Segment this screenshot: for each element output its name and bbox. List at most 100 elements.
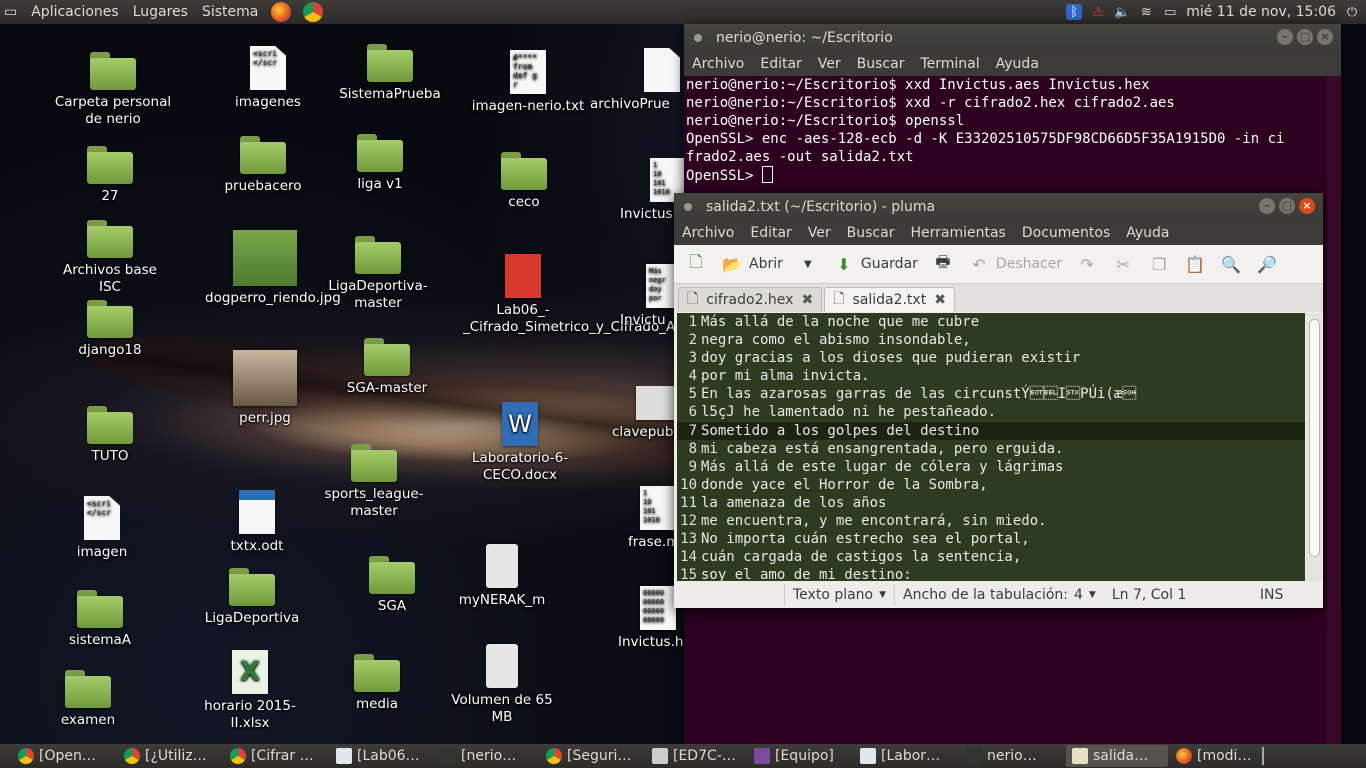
menu-terminal[interactable]: Terminal <box>912 56 987 72</box>
desktop-icon-usb[interactable]: Volumen de 65 MB <box>442 644 562 726</box>
scrollbar-thumb[interactable] <box>1309 319 1320 557</box>
editor-line[interactable]: 2 negra como el abismo insondable, <box>677 331 1305 349</box>
desktop-icon-script[interactable]: <scri </scr imagenes <box>208 46 328 111</box>
desktop-icon-folder[interactable]: sports_league-master <box>314 444 434 520</box>
desktop-icon-folder[interactable]: Archivos base ISC <box>50 220 170 296</box>
copy-button[interactable]: ❐ <box>1143 249 1175 279</box>
maximize-button[interactable]: □ <box>1297 29 1313 45</box>
menu-lugares[interactable]: Lugares <box>126 0 195 24</box>
menu-herramientas[interactable]: Herramientas <box>902 225 1013 241</box>
menu-ayuda[interactable]: Ayuda <box>1118 225 1177 241</box>
paste-button[interactable]: 📋 <box>1179 249 1211 279</box>
desktop-icon-pdf[interactable]: Lab06_-_Cifrado_Simetrico_y_Cifrado_Asim… <box>463 254 736 336</box>
desktop-icon-odt[interactable]: txtx.odt <box>197 490 317 555</box>
minimize-button[interactable]: – <box>1259 198 1275 214</box>
window-menu-icon[interactable] <box>684 203 692 211</box>
tab-salida2-txt[interactable]: 🗋 salida2.txt ✖ <box>824 287 955 312</box>
cut-button[interactable]: ✂ <box>1107 249 1139 279</box>
clock[interactable]: mié 11 de nov, 15:06 <box>1186 4 1336 20</box>
editor-line[interactable]: 5 En las azarosas garras de las circunstÝ… <box>677 385 1305 403</box>
volume-icon[interactable]: 🔈 <box>1114 4 1130 20</box>
undo-button[interactable]: ↶ Deshacer <box>963 249 1067 279</box>
desktop-icon-text[interactable]: #**** from def gr imagen-nerio.txt <box>468 50 588 115</box>
chrome-launcher-icon[interactable] <box>303 2 324 22</box>
taskbar-item[interactable]: [Cifrar … <box>224 745 328 767</box>
editor-line[interactable]: 1 Más allá de la noche que me cubre <box>677 313 1305 331</box>
desktop-icon-folder[interactable]: LigaDeportiva <box>192 568 312 627</box>
terminal-output[interactable]: nerio@nerio:~/Escritorio$ xxd Invictus.a… <box>684 76 1341 185</box>
desktop-icon-image[interactable]: perr.jpg <box>205 350 325 427</box>
pluma-titlebar[interactable]: salida2.txt (~/Escritorio) - pluma – □ × <box>674 193 1323 221</box>
close-tab-icon[interactable]: ✖ <box>801 292 813 308</box>
desktop-icon-folder[interactable]: 27 <box>50 146 170 205</box>
search-button[interactable]: 🔍 <box>1215 249 1247 279</box>
desktop-icon-folder[interactable]: TUTO <box>50 406 170 465</box>
close-button[interactable]: × <box>1317 29 1333 45</box>
editor-line[interactable]: 12 me encuentra, y me encontrará, sin mie… <box>677 512 1305 530</box>
maximize-button[interactable]: □ <box>1279 198 1295 214</box>
window-menu-icon[interactable] <box>694 34 702 42</box>
editor-line[interactable]: 3 doy gracias a los dioses que pudieran e… <box>677 349 1305 367</box>
desktop-icon-home[interactable]: Carpeta personal de nerio <box>53 52 173 128</box>
open-button[interactable]: 📂 Abrir <box>716 249 788 279</box>
editor-line[interactable]: 15 soy el amo de mi destino: <box>677 566 1305 581</box>
desktop-icon-folder[interactable]: django18 <box>50 300 170 359</box>
menu-archivo[interactable]: Archivo <box>674 225 742 241</box>
desktop-icon-folder[interactable]: liga v1 <box>320 134 440 193</box>
taskbar-item[interactable]: [ED7C-… <box>646 745 746 767</box>
menu-buscar[interactable]: Buscar <box>849 56 913 72</box>
bluetooth-icon[interactable]: ᛒ <box>1066 4 1083 20</box>
power-icon[interactable]: ⏻ <box>1344 4 1360 20</box>
desktop-icon-folder[interactable]: examen <box>28 670 148 729</box>
editor-line[interactable]: 14 cuán cargada de castigos la sentencia, <box>677 548 1305 566</box>
editor-line[interactable]: 10 donde yace el Horror de la Sombra, <box>677 476 1305 494</box>
desktop-icon-folder[interactable]: pruebacero <box>203 136 323 195</box>
warning-icon[interactable]: ⚠ <box>1090 4 1106 20</box>
desktop-icon-image[interactable]: clavepub <box>612 386 682 441</box>
menu-ver[interactable]: Ver <box>810 56 849 72</box>
new-button[interactable]: 🗋 <box>680 249 712 279</box>
desktop-icon-folder[interactable]: LigaDeportiva-master <box>318 236 438 312</box>
save-button[interactable]: ⬇ Guardar <box>828 249 923 279</box>
taskbar-item[interactable]: [Seguri… <box>540 745 644 767</box>
desktop-icon-script[interactable]: <scri </scr imagen <box>42 496 162 561</box>
print-button[interactable]: 🖶 <box>927 249 959 279</box>
tab-cifrado2-hex[interactable]: 🗋 cifrado2.hex ✖ <box>678 287 823 312</box>
close-tab-icon[interactable]: ✖ <box>934 292 946 308</box>
menu-documentos[interactable]: Documentos <box>1014 225 1118 241</box>
editor-line[interactable]: 7 Sometido a los golpes del destino <box>677 421 1305 440</box>
terminal-titlebar[interactable]: nerio@nerio: ~/Escritorio – □ × <box>684 24 1341 52</box>
taskbar-item[interactable]: [Labor… <box>854 745 958 767</box>
taskbar-item[interactable]: [Equipo] <box>748 745 852 767</box>
desktop-icon-text[interactable]: Más negr doy por Invictu <box>620 264 682 329</box>
editor-scrollbar[interactable] <box>1306 313 1322 581</box>
firefox-launcher-icon[interactable] <box>271 2 292 22</box>
editor-line[interactable]: 6 l5çJ he lamentado ni he pestañeado. <box>677 403 1305 421</box>
panel-logo-icon[interactable]: ▭ <box>0 0 24 24</box>
editor-line[interactable]: 11 la amenaza de los años <box>677 494 1305 512</box>
workspace-switcher-icon[interactable] <box>1262 747 1264 765</box>
editor-line[interactable]: 8 mi cabeza está ensangrentada, pero ergu… <box>677 440 1305 458</box>
menu-aplicaciones[interactable]: Aplicaciones <box>24 0 125 24</box>
taskbar-item[interactable]: salida… <box>1066 745 1168 767</box>
taskbar-item[interactable]: [Lab06… <box>330 745 432 767</box>
pluma-window[interactable]: salida2.txt (~/Escritorio) - pluma – □ ×… <box>674 193 1323 608</box>
desktop-icon-docx[interactable]: W Laboratorio-6-CECO.docx <box>460 402 580 484</box>
battery-icon[interactable]: ▭ <box>1162 4 1178 20</box>
replace-button[interactable]: 🔎 <box>1251 249 1283 279</box>
desktop-icon-image[interactable]: dogperro_riendo.jpg <box>205 230 341 307</box>
open-recent-dropdown[interactable]: ▼ <box>792 249 824 279</box>
minimize-button[interactable]: – <box>1277 29 1293 45</box>
menu-editar[interactable]: Editar <box>752 56 809 72</box>
desktop-icon-usb[interactable]: myNERAK_m <box>442 544 562 609</box>
desktop-icon-folder[interactable]: sistemaA <box>40 590 160 649</box>
language-selector[interactable]: Texto plano ▼ <box>784 584 894 606</box>
redo-button[interactable]: ↷ <box>1071 249 1103 279</box>
menu-editar[interactable]: Editar <box>742 225 799 241</box>
close-button[interactable]: × <box>1299 198 1315 214</box>
taskbar-item[interactable]: [Open… <box>12 745 116 767</box>
taskbar-item[interactable]: [¿Utiliz… <box>118 745 222 767</box>
menu-ver[interactable]: Ver <box>800 225 839 241</box>
desktop-icon-folder[interactable]: SGA <box>332 556 452 615</box>
editor-line[interactable]: 4 por mi alma invicta. <box>677 367 1305 385</box>
